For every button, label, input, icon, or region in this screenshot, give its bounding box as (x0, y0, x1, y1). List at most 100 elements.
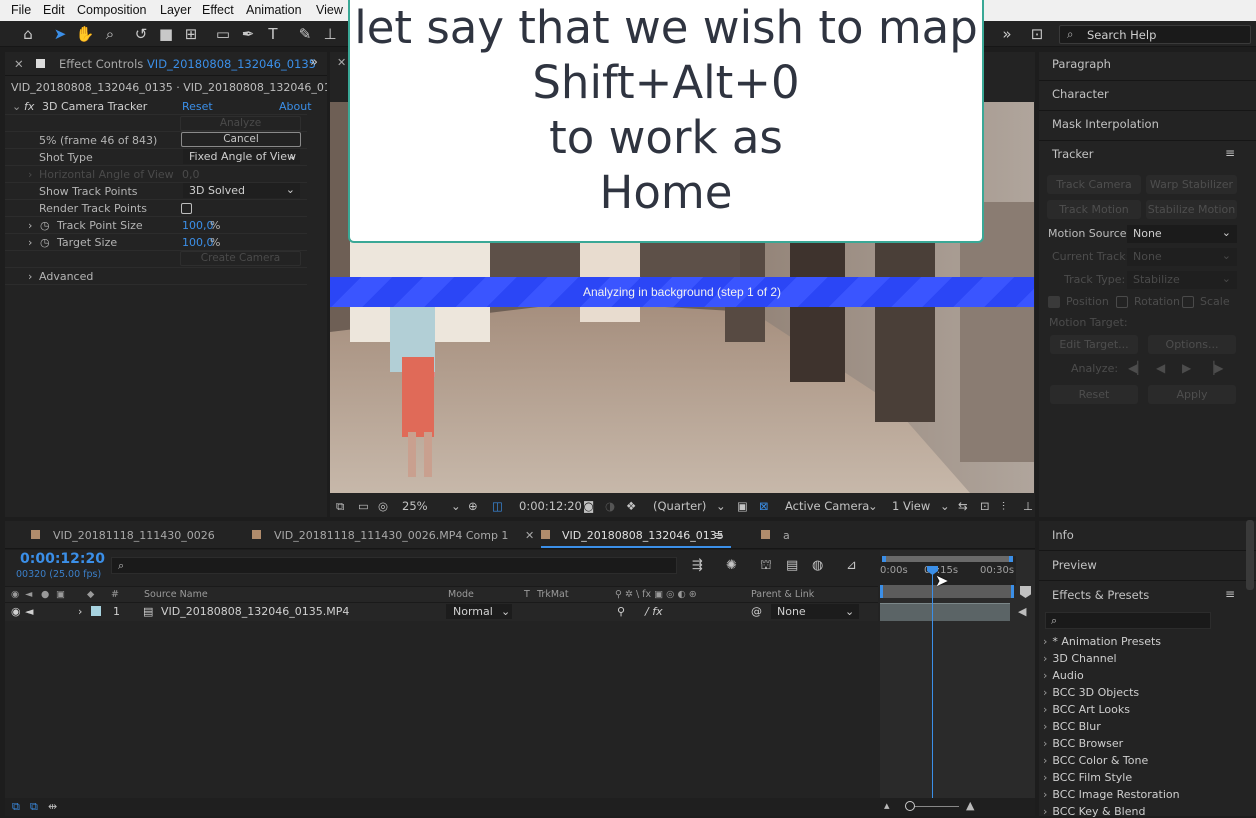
panel-menu-icon[interactable]: ≡ (1225, 146, 1235, 160)
edit-target-button[interactable]: Edit Target... (1050, 335, 1138, 354)
effects-presets-panel-header[interactable]: Effects & Presets (1052, 588, 1149, 602)
menu-effect[interactable]: Effect (202, 3, 234, 17)
chevron-down-icon[interactable]: ⌄ (716, 499, 726, 513)
column-track-matte[interactable]: TrkMat (537, 589, 569, 600)
pen-tool-icon[interactable]: ✒ (237, 23, 259, 45)
zoom-dropdown[interactable]: 25% (402, 499, 428, 513)
reset-button[interactable]: Reset (1050, 385, 1138, 404)
info-panel-header[interactable]: Info (1052, 528, 1074, 542)
pan-behind-tool-icon[interactable]: ⊞ (180, 23, 202, 45)
reset-link[interactable]: Reset (182, 100, 213, 113)
effects-category[interactable]: › BCC Image Restoration (1043, 788, 1180, 801)
expand-chevron-icon[interactable]: › (78, 605, 82, 618)
timeline-search-input[interactable]: ⌕ (111, 557, 677, 574)
motion-blur-icon[interactable]: ◍ (812, 558, 823, 573)
snapshot-camera-icon[interactable]: ◙ (583, 499, 594, 513)
effects-category[interactable]: › BCC Key & Blend (1043, 805, 1145, 818)
effects-category[interactable]: › 3D Channel (1043, 652, 1117, 665)
analyze-forward-icon[interactable]: ▶ (1182, 361, 1191, 375)
effects-category[interactable]: › BCC Color & Tone (1043, 754, 1148, 767)
mask-visibility-icon[interactable]: ◎ (378, 499, 388, 513)
mask-interpolation-panel-header[interactable]: Mask Interpolation (1052, 117, 1159, 131)
label-icon[interactable]: ◆ (87, 589, 94, 600)
search-help-input[interactable]: ⌕ Search Help (1059, 25, 1251, 44)
apply-button[interactable]: Apply (1148, 385, 1236, 404)
effects-category[interactable]: › BCC 3D Objects (1043, 686, 1139, 699)
draft-3d-icon[interactable]: ✺ (726, 558, 737, 573)
show-track-points-dropdown[interactable]: 3D Solved ⌄ (183, 183, 300, 198)
shot-type-dropdown[interactable]: Fixed Angle of View ⌄ (183, 149, 300, 164)
layer-switches-icon[interactable]: ⧉ (12, 800, 20, 814)
stopwatch-icon[interactable]: ◷ (40, 236, 50, 249)
channels-icon[interactable]: ❖ (626, 499, 636, 513)
expand-chevron-icon[interactable]: › (28, 270, 32, 283)
region-of-interest-icon[interactable]: ◫ (492, 499, 503, 513)
panel-menu-chevron-icon[interactable]: » (310, 55, 318, 70)
timeline-tab[interactable]: VID_20181118_111430_0026.MP4 Comp 1 (274, 529, 508, 542)
panel-menu-icon[interactable]: ≡ (1225, 587, 1235, 601)
grow-display-icon[interactable]: ⧉ (336, 499, 344, 514)
render-track-points-checkbox[interactable] (181, 203, 192, 214)
brush-tool-icon[interactable]: ✎ (294, 23, 316, 45)
label-color-swatch[interactable] (91, 606, 101, 616)
cancel-button[interactable]: Cancel (181, 132, 301, 147)
zoom-slider-thumb[interactable] (905, 801, 915, 811)
home-icon[interactable]: ⌂ (17, 23, 39, 45)
layer-name[interactable]: VID_20180808_132046_0135.MP4 (161, 605, 349, 618)
close-icon[interactable]: ✕ (337, 56, 346, 69)
character-panel-header[interactable]: Character (1052, 87, 1109, 101)
fast-preview-icon[interactable]: ▣ (737, 499, 748, 513)
about-link[interactable]: About (279, 100, 312, 113)
zoom-out-icon[interactable]: ▴ (884, 799, 890, 812)
graph-editor-icon[interactable]: ⊿ (846, 558, 857, 573)
menu-file[interactable]: File (11, 3, 31, 17)
scale-checkbox[interactable] (1182, 296, 1194, 308)
track-point-size-value[interactable]: 100,0 (182, 219, 214, 232)
effects-category[interactable]: › BCC Browser (1043, 737, 1123, 750)
expand-chevron-icon[interactable]: › (28, 168, 32, 181)
current-time[interactable]: 0:00:12:20 (519, 499, 582, 513)
chevron-down-icon[interactable]: ⌄ (451, 499, 461, 513)
close-icon[interactable]: ✕ (525, 529, 534, 542)
column-number[interactable]: # (111, 589, 119, 600)
shy-switch-icon[interactable]: ⚲ (617, 605, 625, 618)
effects-switch-icon[interactable]: / fx (645, 605, 663, 618)
shy-layers-icon[interactable]: ⛫ (760, 558, 772, 575)
paragraph-panel-header[interactable]: Paragraph (1052, 57, 1111, 71)
menu-layer[interactable]: Layer (160, 3, 191, 17)
frame-blending-icon[interactable]: ▤ (786, 558, 798, 573)
timeline-tab[interactable]: VID_20181118_111430_0026 (53, 529, 215, 542)
column-source-name[interactable]: Source Name (144, 589, 208, 600)
tab-menu-icon[interactable]: ≡ (714, 529, 723, 542)
stabilize-motion-button[interactable]: Stabilize Motion (1146, 200, 1237, 219)
layer-row[interactable]: ◉ ◄ › 1 ▤ VID_20180808_132046_0135.MP4 N… (5, 603, 878, 621)
create-camera-button[interactable]: Create Camera (180, 251, 301, 266)
motion-source-dropdown[interactable]: None ⌄ (1127, 225, 1237, 243)
type-tool-icon[interactable]: T (262, 23, 284, 45)
rotation-checkbox[interactable] (1116, 296, 1128, 308)
transparency-grid-icon[interactable]: ⊠ (759, 499, 769, 513)
zoom-in-icon[interactable]: ▲ (966, 799, 974, 812)
track-camera-button[interactable]: Track Camera (1047, 175, 1141, 194)
effects-category[interactable]: › * Animation Presets (1043, 635, 1161, 648)
audio-icon[interactable]: ◄ (25, 605, 33, 618)
preview-monitor-icon[interactable]: ▭ (358, 499, 369, 513)
camera-dropdown[interactable]: Active Camera (785, 499, 869, 513)
track-type-dropdown[interactable]: Stabilize ⌄ (1127, 271, 1237, 289)
menu-edit[interactable]: Edit (43, 3, 65, 17)
collapse-chevron-icon[interactable]: ⌄ (12, 100, 21, 113)
position-checkbox[interactable] (1048, 296, 1060, 308)
toggle-pixel-aspect-icon[interactable]: ⇆ (958, 499, 968, 513)
tracker-panel-header[interactable]: Tracker (1052, 147, 1094, 161)
close-icon[interactable]: ✕ (14, 57, 24, 71)
track-motion-button[interactable]: Track Motion (1047, 200, 1141, 219)
warp-stabilizer-button[interactable]: Warp Stabilizer (1146, 175, 1237, 194)
chevron-down-icon[interactable]: ⌄ (940, 499, 950, 513)
reset-exposure-icon[interactable]: ⊡ (980, 499, 990, 513)
views-dropdown[interactable]: 1 View (892, 499, 930, 513)
3d-renderer-icon[interactable]: ⊥ (1023, 499, 1033, 513)
camera-tool-icon[interactable]: ■ (155, 23, 177, 45)
chevron-right-icon[interactable]: » (996, 23, 1018, 45)
safe-margins-icon[interactable]: ⊕ (468, 499, 478, 513)
chevron-down-icon[interactable]: ⌄ (868, 499, 878, 513)
